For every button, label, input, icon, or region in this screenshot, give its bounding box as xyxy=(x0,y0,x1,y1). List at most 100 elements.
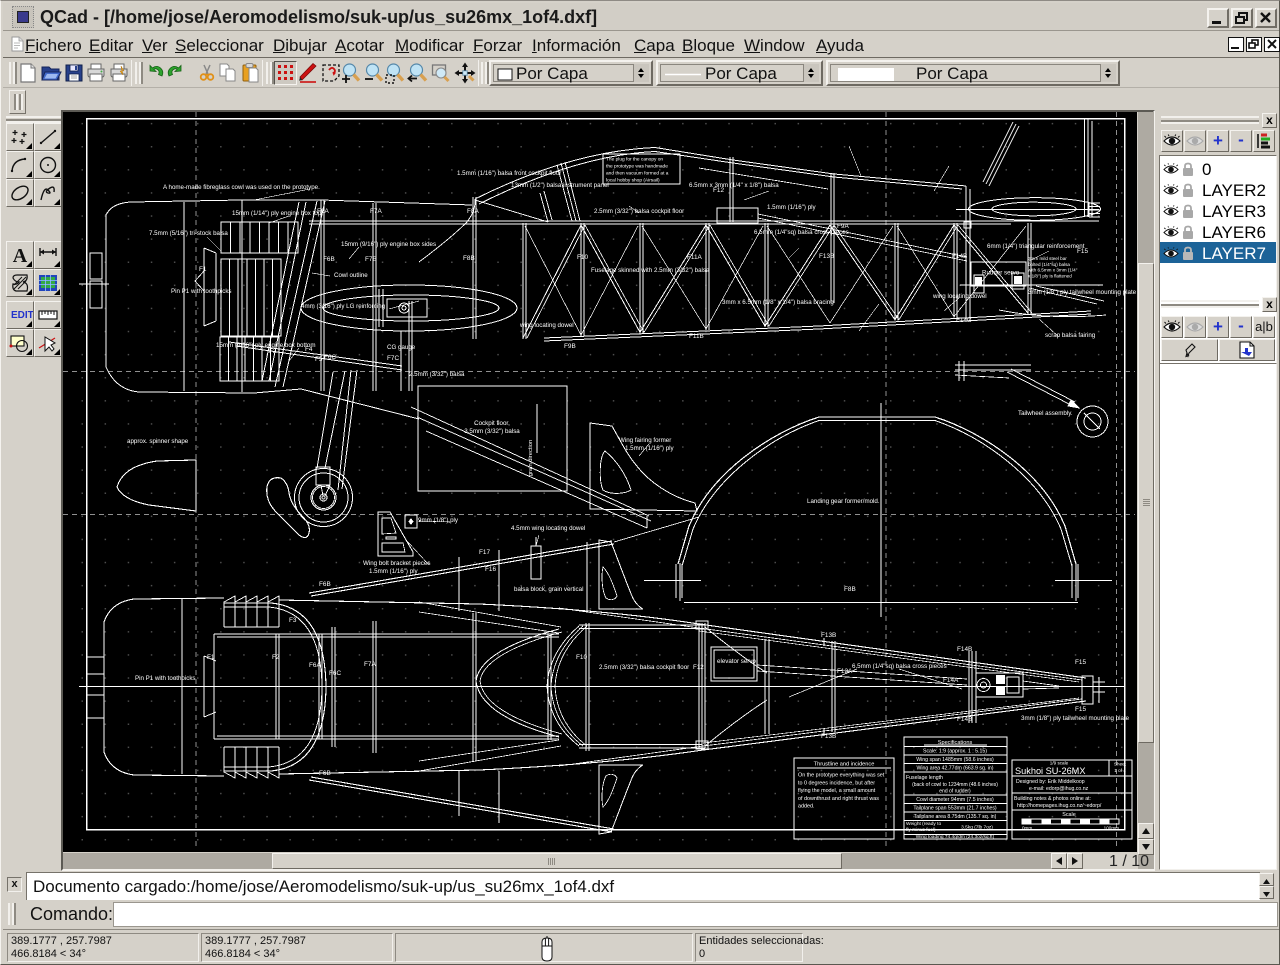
svg-text:1.5mm (1/16") ply: 1.5mm (1/16") ply xyxy=(369,568,419,575)
svg-text:Tailwheel assembly.: Tailwheel assembly. xyxy=(1018,410,1073,417)
svg-text:6.5mm (1/4"sq) balsa cross pie: 6.5mm (1/4"sq) balsa cross pieces xyxy=(852,663,947,670)
svg-text:F14B: F14B xyxy=(957,716,972,723)
svg-text:grain direction: grain direction xyxy=(528,440,534,476)
svg-text:0mm: 0mm xyxy=(1022,826,1032,831)
svg-text:Pin P1 with toothpicks: Pin P1 with toothpicks xyxy=(171,288,232,295)
svg-text:F14C: F14C xyxy=(956,317,972,324)
svg-text:x 1/8") ply is flattened: x 1/8") ply is flattened xyxy=(1028,273,1072,278)
svg-text:local hobby shop (Airsail): local hobby shop (Airsail) xyxy=(606,178,660,184)
svg-text:bolted (1/4"sq) balsa: bolted (1/4"sq) balsa xyxy=(1028,262,1070,267)
svg-text:F6A: F6A xyxy=(309,662,321,669)
svg-text:F1: F1 xyxy=(207,654,215,661)
svg-text:Cowl diameter 94mm (7.5 inches: Cowl diameter 94mm (7.5 inches) xyxy=(916,797,994,803)
svg-text:F14B: F14B xyxy=(952,253,967,260)
svg-text:3mm (1/8") ply tailwheel mount: 3mm (1/8") ply tailwheel mounting plate xyxy=(1028,289,1137,296)
svg-text:F12: F12 xyxy=(693,664,704,671)
svg-text:F8B: F8B xyxy=(463,255,475,262)
svg-text:15mm (9/16") ply engine box bo: 15mm (9/16") ply engine box bottom xyxy=(216,342,316,349)
svg-text:2.5mm (3/32") balsa cockpit fl: 2.5mm (3/32") balsa cockpit floor xyxy=(599,664,689,671)
svg-text:Cockpit floor,: Cockpit floor, xyxy=(474,420,510,427)
svg-text:15mm (1/14") ply engine box to: 15mm (1/14") ply engine box top xyxy=(232,210,322,217)
svg-text:F5: F5 xyxy=(315,356,323,363)
svg-text:EDIT: EDIT xyxy=(11,310,33,321)
svg-text:On the prototype everything wa: On the prototype everything was set xyxy=(798,773,885,779)
svg-text:F2: F2 xyxy=(272,654,280,661)
svg-text:3mm (1/8") ply tailwheel mount: 3mm (1/8") ply tailwheel mounting plate xyxy=(1021,715,1130,722)
svg-text:F10: F10 xyxy=(577,254,588,261)
svg-text:Designed by: Erik Middelkoop: Designed by: Erik Middelkoop xyxy=(1016,779,1085,785)
svg-text:F1: F1 xyxy=(199,266,207,273)
svg-text:Scale: 1:9 (approx. 1 : 5.15): Scale: 1:9 (approx. 1 : 5.15) xyxy=(923,749,987,755)
svg-text:Rudder servo: Rudder servo xyxy=(982,270,1020,277)
svg-text:F12: F12 xyxy=(713,187,724,194)
svg-text:4.5mm wing locating dowel: 4.5mm wing locating dowel xyxy=(511,525,585,532)
svg-text:F2: F2 xyxy=(269,348,277,355)
svg-text:flying the model, a small amou: flying the model, a small amount xyxy=(798,788,876,794)
svg-text:Weight (ready to: Weight (ready to xyxy=(906,821,941,827)
svg-text:A home-made fibreglass cowl wa: A home-made fibreglass cowl was used on … xyxy=(163,184,320,191)
svg-text:and then vacuum formed at a: and then vacuum formed at a xyxy=(606,171,669,177)
svg-text:7.5mm (5/16") tri-stock balsa: 7.5mm (5/16") tri-stock balsa xyxy=(149,230,228,237)
svg-text:added.: added. xyxy=(798,804,815,810)
svg-text:with 6.5mm x 3mm (1/4": with 6.5mm x 3mm (1/4" xyxy=(1028,268,1078,273)
svg-text:F7B: F7B xyxy=(365,256,377,263)
svg-text:Wing bolt bracket pieces: Wing bolt bracket pieces xyxy=(363,560,430,567)
svg-text:scrap balsa fairing: scrap balsa fairing xyxy=(1045,332,1096,339)
svg-text:F11B: F11B xyxy=(689,333,704,340)
svg-text:balsa block, grain vertical: balsa block, grain vertical xyxy=(514,586,583,593)
svg-text:1.5mm (1/16") ply: 1.5mm (1/16") ply xyxy=(767,204,817,211)
svg-text:F7A: F7A xyxy=(364,661,376,668)
svg-text:F9B: F9B xyxy=(564,343,576,350)
svg-text:approx. spinner shape: approx. spinner shape xyxy=(127,438,189,445)
svg-text:Thrustline and incidence: Thrustline and incidence xyxy=(814,762,875,768)
svg-text:4mm (3/16") ply LG reinforcing: 4mm (3/16") ply LG reinforcing xyxy=(301,303,386,310)
svg-text:F13B: F13B xyxy=(819,253,834,260)
svg-text:100mm: 100mm xyxy=(1104,826,1119,831)
svg-text:F6C: F6C xyxy=(324,354,336,361)
svg-text:F9A: F9A xyxy=(837,223,849,230)
svg-text:the prototype was handmade: the prototype was handmade xyxy=(606,164,668,170)
svg-text:e-mail: edorp@ihug.co.nz: e-mail: edorp@ihug.co.nz xyxy=(1029,786,1089,792)
svg-text:F6C: F6C xyxy=(329,670,341,677)
svg-text:wing locating dowel: wing locating dowel xyxy=(932,293,987,300)
svg-text:of downthrust and right thrust: of downthrust and right thrust was xyxy=(798,796,879,802)
svg-text:1.5mm (1/16") ply: 1.5mm (1/16") ply xyxy=(625,445,675,452)
svg-text:F6A: F6A xyxy=(317,208,329,215)
svg-text:9mm (1/8") ply: 9mm (1/8") ply xyxy=(418,517,459,524)
svg-text:CG gauge: CG gauge xyxy=(387,344,416,351)
svg-text:elevator servo: elevator servo xyxy=(717,658,756,665)
svg-text:15mm (9/16") ply engine box si: 15mm (9/16") ply engine box sides xyxy=(341,241,436,248)
svg-text:wing locating dowel: wing locating dowel xyxy=(519,322,574,329)
svg-text:Sheet: Sheet xyxy=(1114,762,1127,767)
svg-text:F15: F15 xyxy=(1077,248,1088,255)
svg-text:F15: F15 xyxy=(1075,706,1086,713)
svg-text:Tailplane area 8.75dm (135.7 s: Tailplane area 8.75dm (135.7 sq. in) xyxy=(914,814,997,820)
svg-text:F7C: F7C xyxy=(387,355,399,362)
svg-text:Cowl outline: Cowl outline xyxy=(334,272,368,279)
svg-text:F3: F3 xyxy=(289,617,297,624)
svg-text:(back of cowl to 1234mm (48.6: (back of cowl to 1234mm (48.6 inches) xyxy=(912,782,998,788)
svg-text:F6B: F6B xyxy=(323,256,335,263)
svg-text:fly minus fuel): fly minus fuel) xyxy=(906,827,936,833)
svg-text:F13B: F13B xyxy=(821,632,836,639)
svg-text:1/9 scale: 1/9 scale xyxy=(1050,761,1069,766)
svg-text:F7A: F7A xyxy=(370,208,382,215)
svg-text:F11A: F11A xyxy=(687,254,703,261)
svg-text:F6B: F6B xyxy=(319,581,331,588)
svg-text:F4: F4 xyxy=(305,346,313,353)
svg-text:2.5mm (3/32") balsa: 2.5mm (3/32") balsa xyxy=(409,371,465,378)
svg-text:F13A: F13A xyxy=(837,668,853,675)
svg-text:Sukhoi SU-26MX: Sukhoi SU-26MX xyxy=(1015,766,1085,776)
svg-text:3.5kg (7lb 7oz): 3.5kg (7lb 7oz) xyxy=(961,825,993,831)
svg-text:13mm (1/2") balsa instrument p: 13mm (1/2") balsa instrument panel xyxy=(511,182,609,189)
svg-text:1.5mm (1/16") balsa front cock: 1.5mm (1/16") balsa front cockpit floor xyxy=(457,170,561,177)
svg-text:Scale: Scale xyxy=(1062,812,1076,818)
svg-text:F8B: F8B xyxy=(844,586,856,593)
svg-text:to 0 degrees incidence, but af: to 0 degrees incidence, but after xyxy=(798,780,875,786)
svg-text:http://homepages.ihug.co.nz/~e: http://homepages.ihug.co.nz/~edorp/ xyxy=(1017,803,1102,809)
svg-text:6mm (1/4") triangular reinforc: 6mm (1/4") triangular reinforcement xyxy=(987,243,1085,250)
svg-text:1 of 4: 1 of 4 xyxy=(1114,768,1126,773)
svg-text:Wing span 1485mm (58.6 inches): Wing span 1485mm (58.6 inches) xyxy=(916,757,994,763)
svg-text:3.5mm (3/32") balsa: 3.5mm (3/32") balsa xyxy=(464,428,520,435)
svg-text:Tailplane span 553mm (21.7 inc: Tailplane span 553mm (21.7 inches) xyxy=(913,806,997,812)
